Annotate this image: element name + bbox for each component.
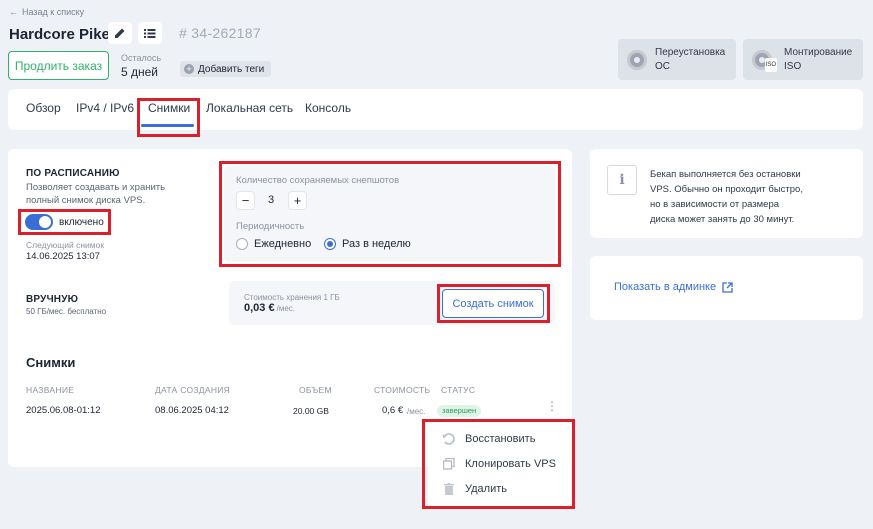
- copy-icon: [443, 458, 455, 470]
- col-name: НАЗВАНИЕ: [26, 385, 75, 395]
- active-tab-indicator: [141, 124, 194, 127]
- info-line-2: VPS. Обычно он проходит быстро,: [650, 184, 803, 195]
- reinstall-label-2: ОС: [655, 60, 670, 72]
- snapshots-title: Снимки: [26, 355, 76, 370]
- info-line-4: диска может занять до 30 минут.: [650, 214, 795, 225]
- period-label: Периодичность: [236, 221, 305, 232]
- mount-label-1: Монтирование: [784, 46, 853, 58]
- restore-icon: [443, 433, 455, 445]
- back-link[interactable]: ← Назад к списку: [9, 7, 84, 17]
- iso-disc-icon: ISO: [752, 49, 777, 72]
- list-icon: [144, 28, 156, 38]
- tab-console[interactable]: Консоль: [305, 101, 351, 115]
- row-size: 20.00 GB: [293, 406, 329, 416]
- mount-iso-button[interactable]: ISO Монтирование ISO: [743, 39, 863, 80]
- tabs-bar: Обзор IPv4 / IPv6 Снимки Локальная сеть …: [8, 89, 863, 130]
- kebab-icon: ⋮: [546, 399, 558, 413]
- menu-clone-label: Клонировать VPS: [465, 458, 556, 470]
- toggle-switch[interactable]: [25, 214, 53, 230]
- schedule-desc-2: полный снимок диска VPS.: [26, 195, 146, 206]
- menu-clone[interactable]: Клонировать VPS: [443, 458, 556, 470]
- cost-label: Стоимость хранения 1 ГБ: [244, 293, 340, 302]
- next-snapshot-label: Следующий снимок: [26, 240, 105, 250]
- back-label: Назад к списку: [22, 7, 85, 17]
- col-cost: СТОИМОСТЬ: [374, 385, 431, 395]
- schedule-title: ПО РАСПИСАНИЮ: [26, 168, 120, 179]
- menu-restore-label: Восстановить: [465, 433, 536, 445]
- row-date: 08.06.2025 04:12: [155, 405, 229, 416]
- info-icon: i: [607, 165, 637, 195]
- info-line-1: Бекап выполняется без остановки: [650, 169, 801, 180]
- count-value: 3: [268, 194, 275, 206]
- plus-circle-icon: +: [184, 64, 194, 74]
- col-size: ОБЪЕМ: [299, 385, 332, 395]
- tab-overview[interactable]: Обзор: [26, 101, 61, 115]
- manual-title: ВРУЧНУЮ: [26, 294, 79, 305]
- disc-icon: [627, 49, 647, 70]
- period-weekly-option[interactable]: Раз в неделю: [324, 238, 411, 250]
- tab-ip[interactable]: IPv4 / IPv6: [76, 101, 134, 115]
- reinstall-label-1: Переустановка: [655, 46, 726, 58]
- remaining-value: 5 дней: [121, 65, 159, 79]
- admin-link-label: Показать в админке: [614, 281, 717, 293]
- period-daily-option[interactable]: Ежедневно: [236, 238, 311, 250]
- arrow-left-icon: ←: [9, 7, 18, 17]
- cost-value-wrap: 0,03 € /мес.: [244, 302, 295, 314]
- mount-label-2: ISO: [784, 60, 802, 72]
- renew-button[interactable]: Продлить заказ: [8, 51, 109, 80]
- info-line-3: но в зависимости от размера: [650, 199, 780, 210]
- menu-restore[interactable]: Восстановить: [443, 433, 535, 445]
- rename-button[interactable]: [108, 22, 132, 44]
- manual-subtitle: 50 ГБ/мес. бесплатно: [26, 307, 107, 316]
- col-status: СТАТУС: [441, 385, 476, 395]
- count-label: Количество сохраняемых снепшотов: [236, 175, 400, 186]
- cost-unit: /мес.: [276, 304, 295, 313]
- decrement-button[interactable]: −: [236, 191, 255, 210]
- period-daily-label: Ежедневно: [254, 238, 312, 250]
- reinstall-os-button[interactable]: Переустановка ОС: [618, 39, 736, 80]
- tab-snapshots[interactable]: Снимки: [148, 101, 190, 115]
- row-cost-unit: /мес.: [407, 407, 426, 416]
- radio-weekly[interactable]: [324, 238, 336, 250]
- page-title: Hardcore Pike: [9, 26, 110, 43]
- row-name: 2025.06.08-01:12: [26, 405, 101, 416]
- increment-button[interactable]: +: [288, 191, 307, 210]
- schedule-toggle[interactable]: включено: [25, 214, 104, 230]
- trash-icon: [444, 483, 454, 495]
- schedule-desc-1: Позволяет создавать и хранить: [26, 182, 166, 193]
- period-weekly-label: Раз в неделю: [342, 238, 411, 250]
- add-tags-label: Добавить теги: [198, 63, 265, 75]
- menu-delete-label: Удалить: [465, 483, 507, 495]
- create-snapshot-button[interactable]: Создать снимок: [442, 289, 544, 318]
- server-id: # 34-262187: [179, 25, 261, 41]
- remaining-label: Осталось: [121, 53, 162, 63]
- radio-daily[interactable]: [236, 238, 248, 250]
- toggle-label: включено: [59, 216, 104, 228]
- status-badge: завершен: [437, 405, 482, 417]
- add-tags-button[interactable]: + Добавить теги: [180, 61, 272, 77]
- next-snapshot-value: 14.06.2025 13:07: [26, 251, 100, 262]
- cost-value: 0,03 €: [244, 302, 275, 314]
- list-button[interactable]: [138, 22, 162, 44]
- menu-delete[interactable]: Удалить: [443, 483, 507, 495]
- info-text: Бекап выполняется без остановки VPS. Обы…: [650, 167, 803, 227]
- pencil-icon: [115, 28, 125, 38]
- iso-badge: ISO: [764, 57, 777, 72]
- col-date: ДАТА СОЗДАНИЯ: [155, 385, 231, 395]
- row-menu-button[interactable]: ⋮: [546, 400, 558, 412]
- admin-link[interactable]: Показать в админке: [614, 281, 733, 293]
- tab-local-network[interactable]: Локальная сеть: [206, 101, 293, 115]
- external-link-icon: [722, 281, 733, 293]
- row-cost: 0,6 €: [382, 405, 404, 416]
- schedule-description: Позволяет создавать и хранить полный сни…: [26, 181, 165, 207]
